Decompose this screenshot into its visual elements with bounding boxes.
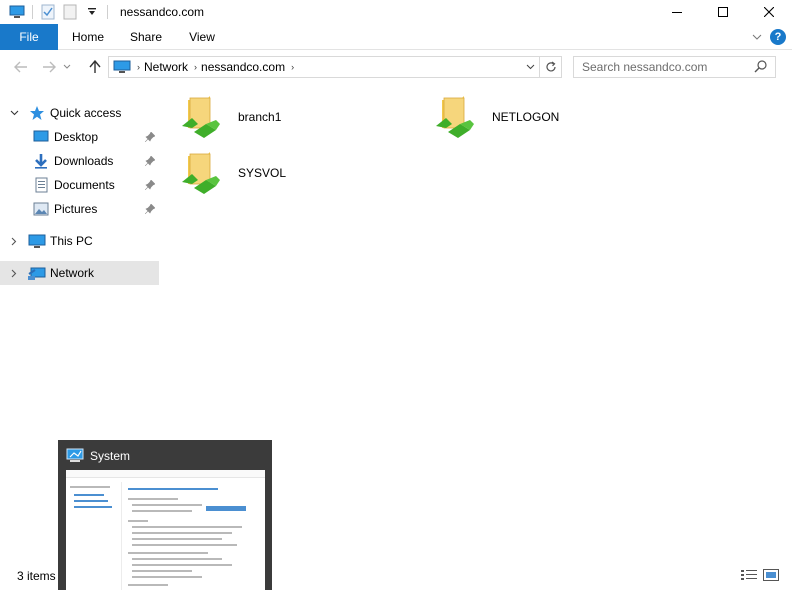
star-icon <box>28 104 46 122</box>
computer-icon[interactable] <box>8 3 26 21</box>
view-switcher <box>736 568 780 582</box>
nav-this-pc[interactable]: This PC <box>0 229 159 253</box>
details-view-icon[interactable] <box>740 568 758 582</box>
tab-file[interactable]: File <box>0 24 58 50</box>
breadcrumb-network[interactable]: Network <box>144 60 188 74</box>
ribbon: File Home Share View ? <box>0 24 792 50</box>
breadcrumb-separator-icon[interactable]: › <box>194 62 197 72</box>
nav-label: This PC <box>50 234 93 248</box>
large-icons-view-icon[interactable] <box>762 568 780 582</box>
minimize-button[interactable] <box>654 0 700 24</box>
preview-title: System <box>66 448 130 463</box>
breadcrumb-separator-icon[interactable]: › <box>137 62 140 72</box>
preview-title-text: System <box>90 448 131 463</box>
nav-label: Quick access <box>50 106 122 120</box>
address-computer-icon <box>113 60 131 74</box>
nav-desktop[interactable]: Desktop <box>0 125 159 149</box>
breadcrumb-separator-icon[interactable]: › <box>291 62 294 72</box>
breadcrumb-domain[interactable]: nessandco.com <box>201 60 285 74</box>
nav-label: Downloads <box>54 154 114 168</box>
pin-icon[interactable] <box>144 179 156 193</box>
window-title: nessandco.com <box>120 5 205 19</box>
nav-label: Network <box>50 266 95 280</box>
network-icon <box>28 264 46 282</box>
tab-view[interactable]: View <box>174 24 230 50</box>
expand-chevron-icon[interactable] <box>8 269 20 278</box>
shared-folder-icon <box>180 94 224 140</box>
folder-name: NETLOGON <box>492 110 560 124</box>
nav-pictures[interactable]: Pictures <box>0 197 159 221</box>
tab-share[interactable]: Share <box>118 24 174 50</box>
pin-icon[interactable] <box>144 203 156 217</box>
nav-label: Documents <box>54 178 115 192</box>
close-button[interactable] <box>746 0 792 24</box>
up-button[interactable] <box>84 56 106 78</box>
documents-icon <box>32 176 50 194</box>
nav-quick-access[interactable]: Quick access <box>0 101 159 125</box>
properties-icon[interactable] <box>39 3 57 21</box>
shared-folder-icon <box>434 94 478 140</box>
folder-name: SYSVOL <box>238 166 287 180</box>
expand-ribbon-icon[interactable] <box>748 28 766 46</box>
desktop-icon <box>32 128 50 146</box>
ribbon-controls: ? <box>748 28 786 46</box>
item-count: 3 items <box>17 569 56 583</box>
taskbar-preview[interactable]: System <box>58 440 272 590</box>
nav-downloads[interactable]: Downloads <box>0 149 159 173</box>
address-history-dropdown[interactable] <box>523 57 537 77</box>
new-folder-icon[interactable] <box>61 3 79 21</box>
search-input[interactable]: Search nessandco.com <box>573 56 776 78</box>
folder-item[interactable]: branch1 <box>180 92 281 142</box>
nav-label: Pictures <box>54 202 98 216</box>
toolbar-divider <box>32 5 33 19</box>
refresh-button[interactable] <box>539 57 561 77</box>
folder-item[interactable]: NETLOGON <box>434 92 559 142</box>
nav-documents[interactable]: Documents <box>0 173 159 197</box>
recent-locations-icon[interactable] <box>60 56 74 78</box>
expand-chevron-icon[interactable] <box>8 237 20 246</box>
title-bar: nessandco.com <box>0 0 792 24</box>
thumbnail-window-bar <box>66 470 265 478</box>
search-icon[interactable] <box>754 60 767 76</box>
window-controls <box>654 0 792 24</box>
pictures-icon <box>32 200 50 218</box>
customize-toolbar-icon[interactable] <box>83 3 101 21</box>
nav-network[interactable]: Network <box>0 261 159 285</box>
thumbnail-sidebar <box>66 482 122 590</box>
collapse-chevron-icon[interactable] <box>8 110 20 116</box>
download-icon <box>32 152 50 170</box>
pin-icon[interactable] <box>144 131 156 145</box>
help-button[interactable]: ? <box>770 29 786 45</box>
folder-name: branch1 <box>238 110 282 124</box>
address-bar[interactable]: › Network › nessandco.com › <box>108 56 562 78</box>
system-icon <box>66 448 84 463</box>
maximize-button[interactable] <box>700 0 746 24</box>
pin-icon[interactable] <box>144 155 156 169</box>
folder-item[interactable]: SYSVOL <box>180 148 286 198</box>
computer-icon <box>28 232 46 250</box>
navigation-bar: › Network › nessandco.com › Search nessa… <box>0 51 792 83</box>
nav-label: Desktop <box>54 130 99 144</box>
shared-folder-icon <box>180 150 224 196</box>
preview-thumbnail[interactable] <box>66 470 265 590</box>
toolbar-divider <box>107 5 108 19</box>
back-button[interactable] <box>10 56 32 78</box>
quick-access-toolbar: nessandco.com <box>0 0 204 24</box>
forward-button[interactable] <box>38 56 60 78</box>
tab-home[interactable]: Home <box>58 24 118 50</box>
